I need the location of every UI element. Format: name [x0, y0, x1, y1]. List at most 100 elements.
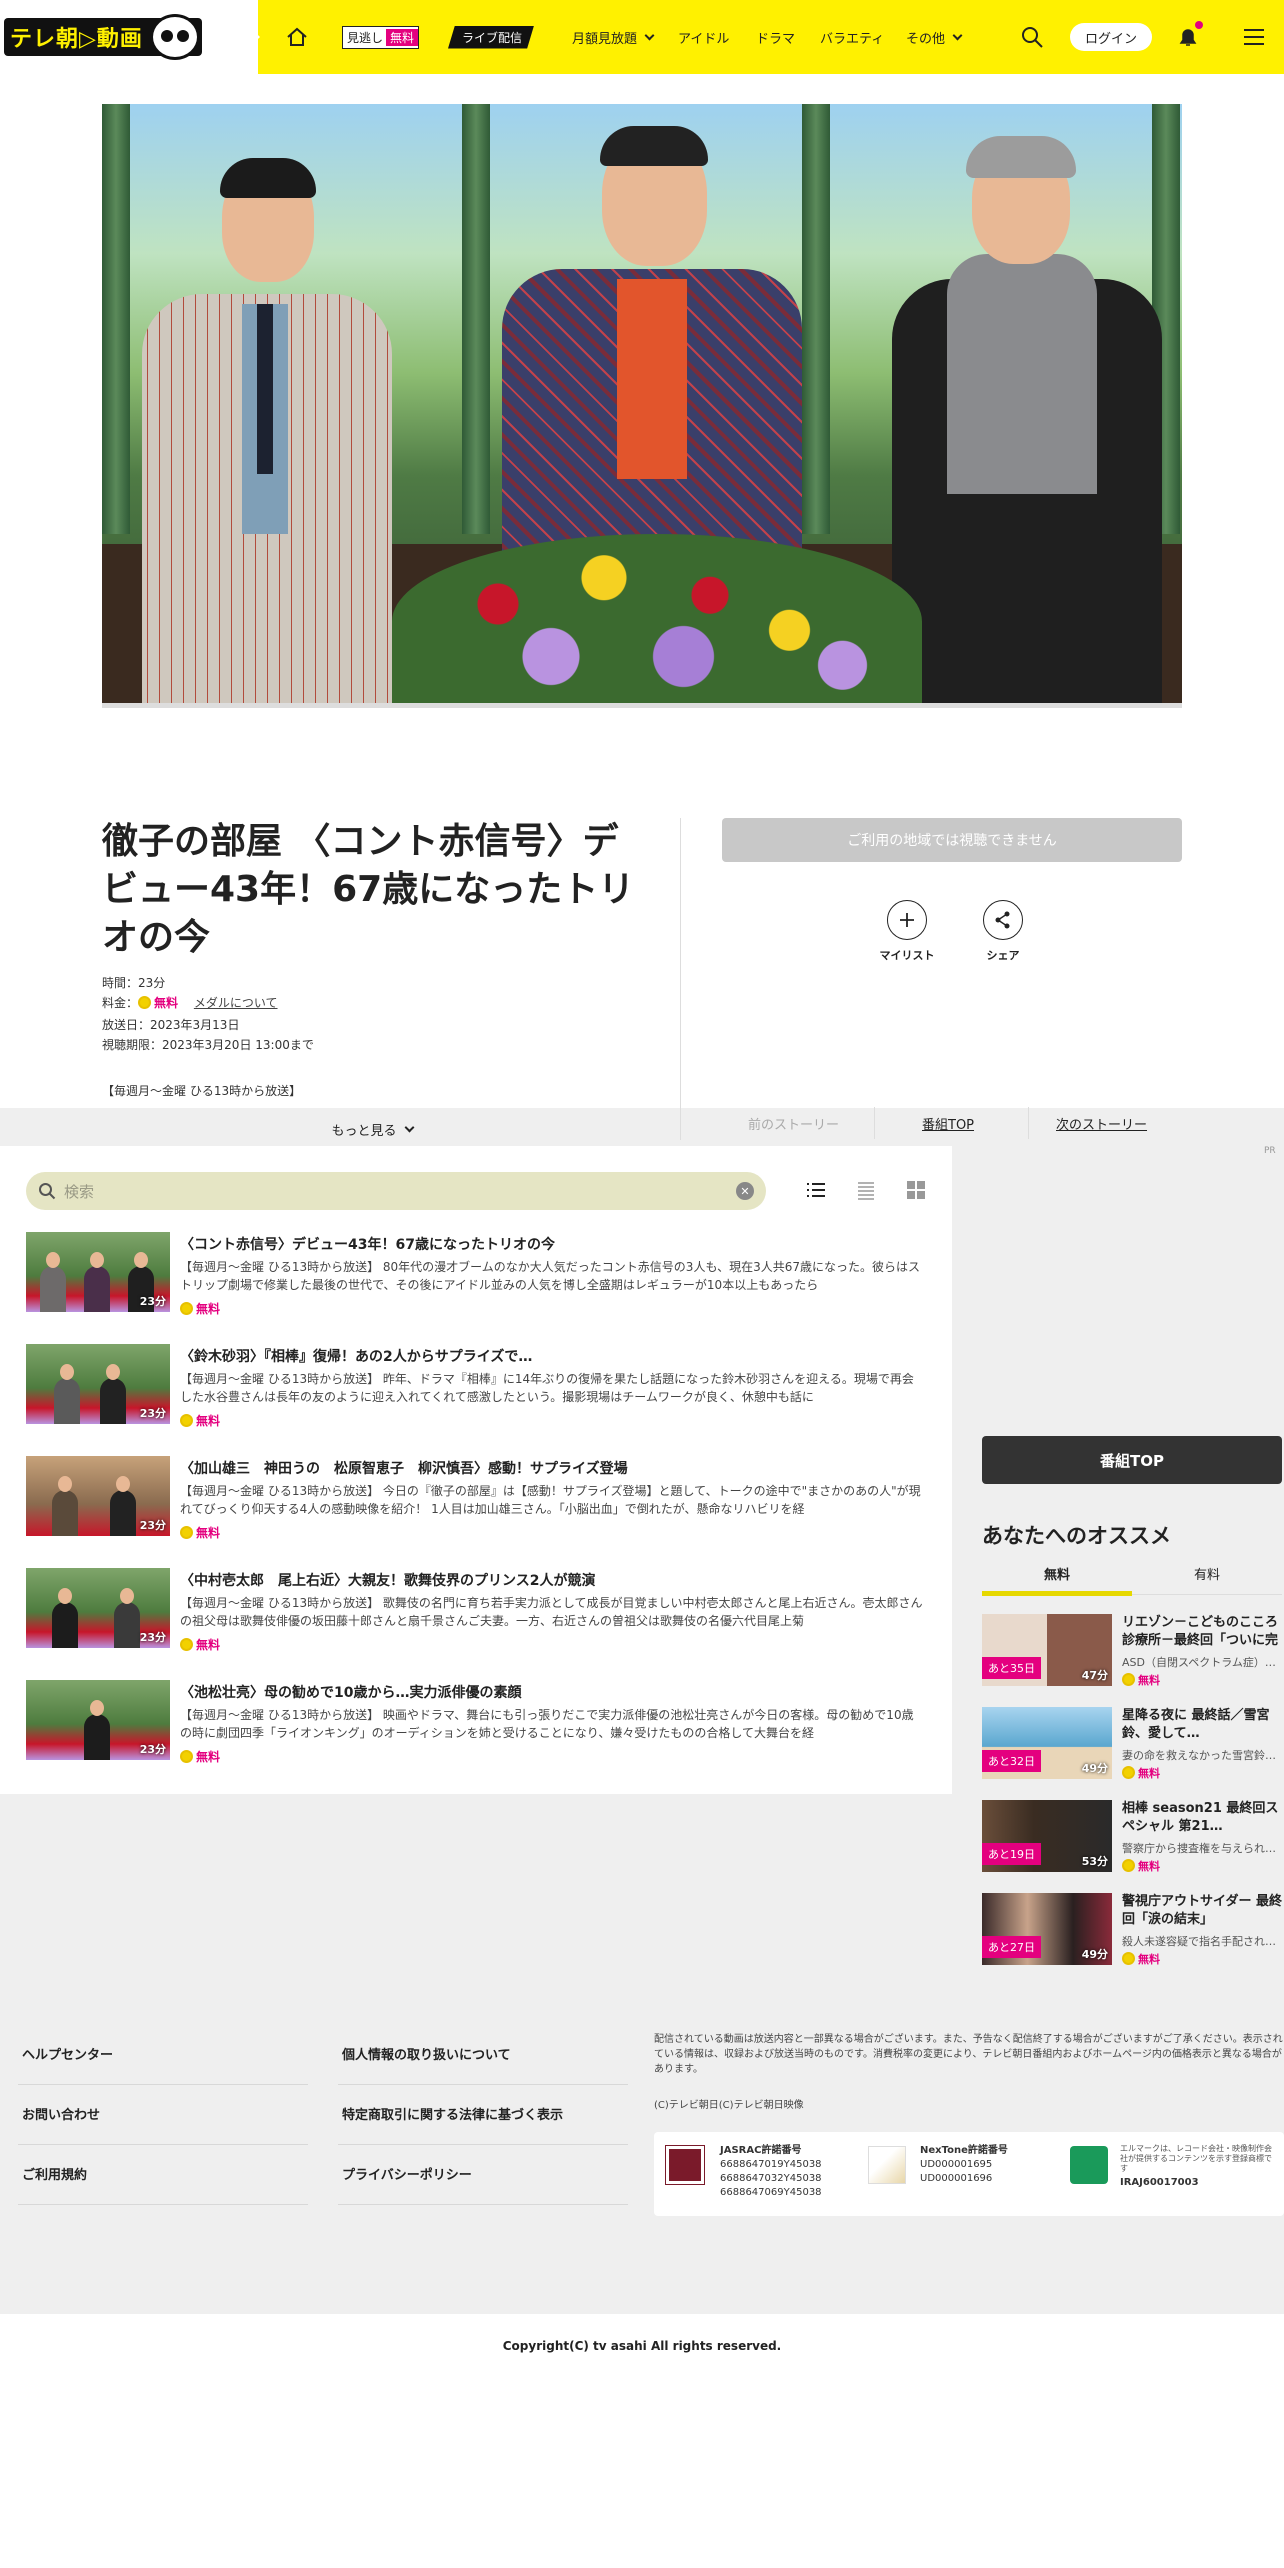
episode-title[interactable]: 〈加山雄三 神田うの 松原智恵子 柳沢慎吾〉感動！サプライズ登場 — [180, 1458, 628, 1478]
medal-coin-icon — [180, 1414, 193, 1427]
episode-duration: 23分 — [139, 1295, 166, 1308]
footer-link-privacy-policy[interactable]: プライバシーポリシー — [342, 2164, 472, 2183]
medal-coin-icon — [180, 1526, 193, 1539]
home-icon[interactable] — [286, 0, 308, 74]
recommend-thumbnail[interactable]: あと32日 49分 — [982, 1707, 1112, 1779]
episode-thumbnail[interactable]: 23分 — [26, 1680, 170, 1760]
recommend-thumbnail[interactable]: あと27日 49分 — [982, 1893, 1112, 1965]
medal-coin-icon — [1122, 1859, 1135, 1872]
recommend-duration: 49分 — [1081, 1762, 1108, 1775]
jasrac-license: JASRAC許諾番号 6688647019Y45038 6688647032Y4… — [720, 2144, 822, 2200]
recommend-item[interactable]: あと32日 49分 星降る夜に 最終話／雪宮鈴、愛して… 妻の命を救えなかった雪宮… — [982, 1707, 1282, 1783]
flower-arrangement — [392, 534, 922, 703]
nav-idol[interactable]: アイドル — [678, 0, 729, 74]
footer-link-help[interactable]: ヘルプセンター — [22, 2044, 113, 2063]
tab-paid[interactable]: 有料 — [1132, 1564, 1282, 1583]
mylist-label[interactable]: マイリスト — [867, 947, 947, 963]
fee-value: 無料 — [1138, 1767, 1160, 1780]
episode-air-date: 放送日：2023年3月13日 — [102, 1018, 240, 1032]
bell-icon[interactable] — [1176, 0, 1200, 74]
program-top-button[interactable]: 番組TOP — [982, 1436, 1282, 1484]
episode-fee: 無料 — [180, 1748, 220, 1765]
recommend-item[interactable]: あと19日 53分 相棒 season21 最終回スペシャル 第21… 警察庁から… — [982, 1800, 1282, 1876]
nav-free-catchup[interactable]: 見逃し 無料 — [342, 0, 420, 74]
recommend-title-text[interactable]: 相棒 season21 最終回スペシャル 第21… — [1122, 1800, 1282, 1836]
episode-fee: 無料 — [180, 1300, 220, 1317]
login-button[interactable]: ログイン — [1070, 23, 1152, 51]
recommend-thumbnail[interactable]: あと35日 47分 — [982, 1614, 1112, 1686]
grid-view-icon[interactable] — [906, 1180, 926, 1200]
episode-fee: 無料 — [180, 1636, 220, 1653]
program-top-link[interactable]: 番組TOP — [922, 1114, 974, 1133]
nav-monthly-label: 月額見放題 — [572, 31, 638, 47]
episode-thumbnail[interactable]: 23分 — [26, 1232, 170, 1312]
medal-coin-icon — [1122, 1673, 1135, 1686]
recommend-item[interactable]: あと35日 47分 リエゾン－こどものこころ診療所－最終回「ついに完結！「こ… A… — [982, 1614, 1282, 1690]
episode-row[interactable]: 23分 〈池松壮亮〉母の勧めで10歳から…実力派俳優の素顔 【毎週月～金曜 ひる… — [26, 1680, 936, 1780]
show-more-button[interactable]: もっと見る — [102, 1120, 642, 1139]
nextone-number: UD000001696 — [920, 2173, 993, 2184]
recommend-title-text[interactable]: 星降る夜に 最終話／雪宮鈴、愛して… — [1122, 1707, 1282, 1743]
nav-monthly[interactable]: 月額見放題 — [572, 0, 653, 74]
recommend-title-text[interactable]: リエゾン－こどものこころ診療所－最終回「ついに完結！「こ… — [1122, 1614, 1282, 1650]
footer-link-privacy-handling[interactable]: 個人情報の取り扱いについて — [342, 2044, 511, 2063]
recommend-item[interactable]: あと27日 49分 警視庁アウトサイダー 最終回「涙の結末」 殺人未遂容疑で指名手… — [982, 1893, 1282, 1969]
clear-search-icon[interactable]: ✕ — [736, 1182, 754, 1200]
logo-text: テレ朝▷動画 — [10, 27, 143, 52]
recommend-subtitle: 警察庁から捜査権を与えられ… — [1122, 1842, 1276, 1855]
search-input[interactable]: 検索 ✕ — [26, 1172, 766, 1210]
l-mark-number: IRAJ60017003 — [1120, 2177, 1199, 2188]
fee-label: 料金： — [102, 996, 139, 1010]
list-view-icon[interactable] — [806, 1180, 826, 1200]
episode-title[interactable]: 〈中村壱太郎 尾上右近〉大親友！歌舞伎界のプリンス2人が競演 — [180, 1570, 595, 1590]
episode-title[interactable]: 〈池松壮亮〉母の勧めで10歳から…実力派俳優の素顔 — [180, 1682, 521, 1702]
episode-thumbnail[interactable]: 23分 — [26, 1568, 170, 1648]
episode-title[interactable]: 〈鈴木砂羽〉『相棒』復帰！あの2人からサプライズで… — [180, 1346, 532, 1366]
divider — [1028, 1107, 1029, 1139]
episode-row[interactable]: 23分 〈鈴木砂羽〉『相棒』復帰！あの2人からサプライズで… 【毎週月～金曜 ひ… — [26, 1344, 936, 1444]
episode-thumbnail[interactable]: 23分 — [26, 1456, 170, 1536]
fee-value: 無料 — [1138, 1674, 1160, 1687]
fee-value: 無料 — [196, 1414, 221, 1428]
episode-section: 徹子の部屋 〈コント赤信号〉デビュー43年！67歳になったトリオの今 時間：23… — [0, 74, 1284, 1140]
episode-description: 【毎週月～金曜 ひる13時から放送】 昨年、ドラマ『相棒』に14年ぶりの復帰を果… — [180, 1372, 914, 1404]
episode-thumbnail[interactable]: 23分 — [26, 1344, 170, 1424]
tab-free[interactable]: 無料 — [982, 1564, 1132, 1583]
region-unavailable-label: ご利用の地域では視聴できません — [847, 833, 1057, 849]
menu-icon[interactable] — [1243, 0, 1265, 74]
search-icon[interactable] — [1020, 0, 1044, 74]
episode-duration: 時間：23分 — [102, 976, 166, 990]
fee-value: 無料 — [1138, 1953, 1160, 1966]
compact-list-icon[interactable] — [856, 1180, 876, 1200]
recommend-fee: 無料 — [1122, 1951, 1160, 1967]
days-left-badge: あと35日 — [982, 1657, 1041, 1679]
episode-fee: 無料 — [180, 1412, 220, 1429]
nav-live[interactable]: ライブ配信 — [448, 0, 535, 74]
footer-link-commerce-law[interactable]: 特定商取引に関する法律に基づく表示 — [342, 2104, 563, 2123]
mylist-plus-icon[interactable] — [887, 900, 927, 940]
notification-dot — [1195, 21, 1203, 29]
nav-drama[interactable]: ドラマ — [756, 0, 795, 74]
episode-row[interactable]: 23分 〈中村壱太郎 尾上右近〉大親友！歌舞伎界のプリンス2人が競演 【毎週月～… — [26, 1568, 936, 1668]
next-story-link[interactable]: 次のストーリー — [1056, 1114, 1147, 1133]
jasrac-number: 6688647032Y45038 — [720, 2173, 822, 2184]
recommend-thumbnail[interactable]: あと19日 53分 — [982, 1800, 1112, 1872]
episode-duration: 23分 — [139, 1407, 166, 1420]
divider — [680, 818, 681, 1140]
nav-variety[interactable]: バラエティ — [820, 0, 884, 74]
nav-other[interactable]: その他 — [906, 0, 961, 74]
footer-link-contact[interactable]: お問い合わせ — [22, 2104, 100, 2123]
recommend-title-text[interactable]: 警視庁アウトサイダー 最終回「涙の結末」 — [1122, 1893, 1282, 1929]
l-mark-logo-icon — [1070, 2146, 1108, 2184]
episode-description: 【毎週月～金曜 ひる13時から放送】 映画やドラマ、舞台にも引っ張りだこで実力派… — [180, 1708, 914, 1740]
episode-row[interactable]: 23分 〈加山雄三 神田うの 松原智恵子 柳沢慎吾〉感動！サプライズ登場 【毎週… — [26, 1456, 936, 1556]
episode-title[interactable]: 〈コント赤信号〉デビュー43年！67歳になったトリオの今 — [180, 1234, 555, 1254]
search-icon — [39, 1183, 56, 1200]
site-logo[interactable]: テレ朝▷動画 — [0, 0, 258, 74]
episode-row[interactable]: 23分 〈コント赤信号〉デビュー43年！67歳になったトリオの今 【毎週月～金曜… — [26, 1232, 936, 1332]
share-label[interactable]: シェア — [963, 947, 1043, 963]
share-icon[interactable] — [983, 900, 1023, 940]
footer-link-terms[interactable]: ご利用規約 — [22, 2164, 87, 2183]
medal-info-link[interactable]: メダルについて — [194, 996, 278, 1010]
site-header: テレ朝▷動画 見逃し 無料 ライブ配信 月額見放題 アイドル ドラマ バラエティ … — [0, 0, 1284, 74]
